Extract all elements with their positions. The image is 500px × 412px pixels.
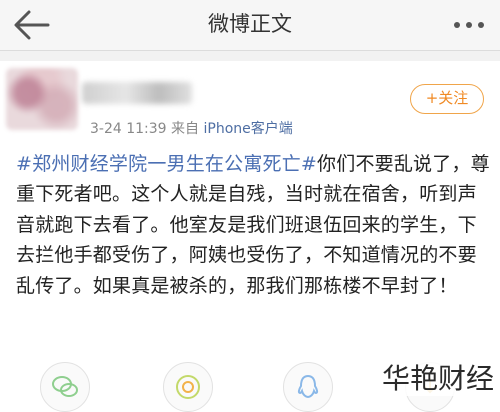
- post-text: #郑州财经学院一男生在公寓死亡#你们不要乱说了，尊重下死者吧。这个人就是自残，当…: [16, 149, 490, 301]
- share-wechat-button[interactable]: [40, 362, 90, 412]
- username-blurred[interactable]: [82, 82, 192, 104]
- avatar[interactable]: [6, 68, 78, 130]
- more-options-button[interactable]: [452, 16, 486, 34]
- header-divider: [0, 51, 500, 61]
- wechat-icon: [52, 376, 78, 397]
- source-client[interactable]: iPhone客户端: [203, 121, 292, 137]
- post-time: 3-24 11:39: [90, 121, 167, 137]
- watermark: 华艳财经: [379, 362, 496, 396]
- follow-button[interactable]: +关注: [410, 84, 484, 114]
- qq-icon: [297, 374, 319, 399]
- topic-hashtag[interactable]: #郑州财经学院一男生在公寓死亡#: [16, 153, 317, 175]
- source-prefix: 来自: [171, 121, 200, 137]
- post-meta: 3-24 11:39 来自 iPhone客户端: [90, 118, 293, 138]
- navigation-bar: 微博正文: [0, 0, 500, 51]
- share-moments-button[interactable]: [163, 362, 213, 412]
- share-qq-button[interactable]: [283, 362, 333, 412]
- moments-icon: [176, 375, 200, 399]
- page-title: 微博正文: [208, 12, 292, 36]
- more-dots-icon: [454, 22, 484, 28]
